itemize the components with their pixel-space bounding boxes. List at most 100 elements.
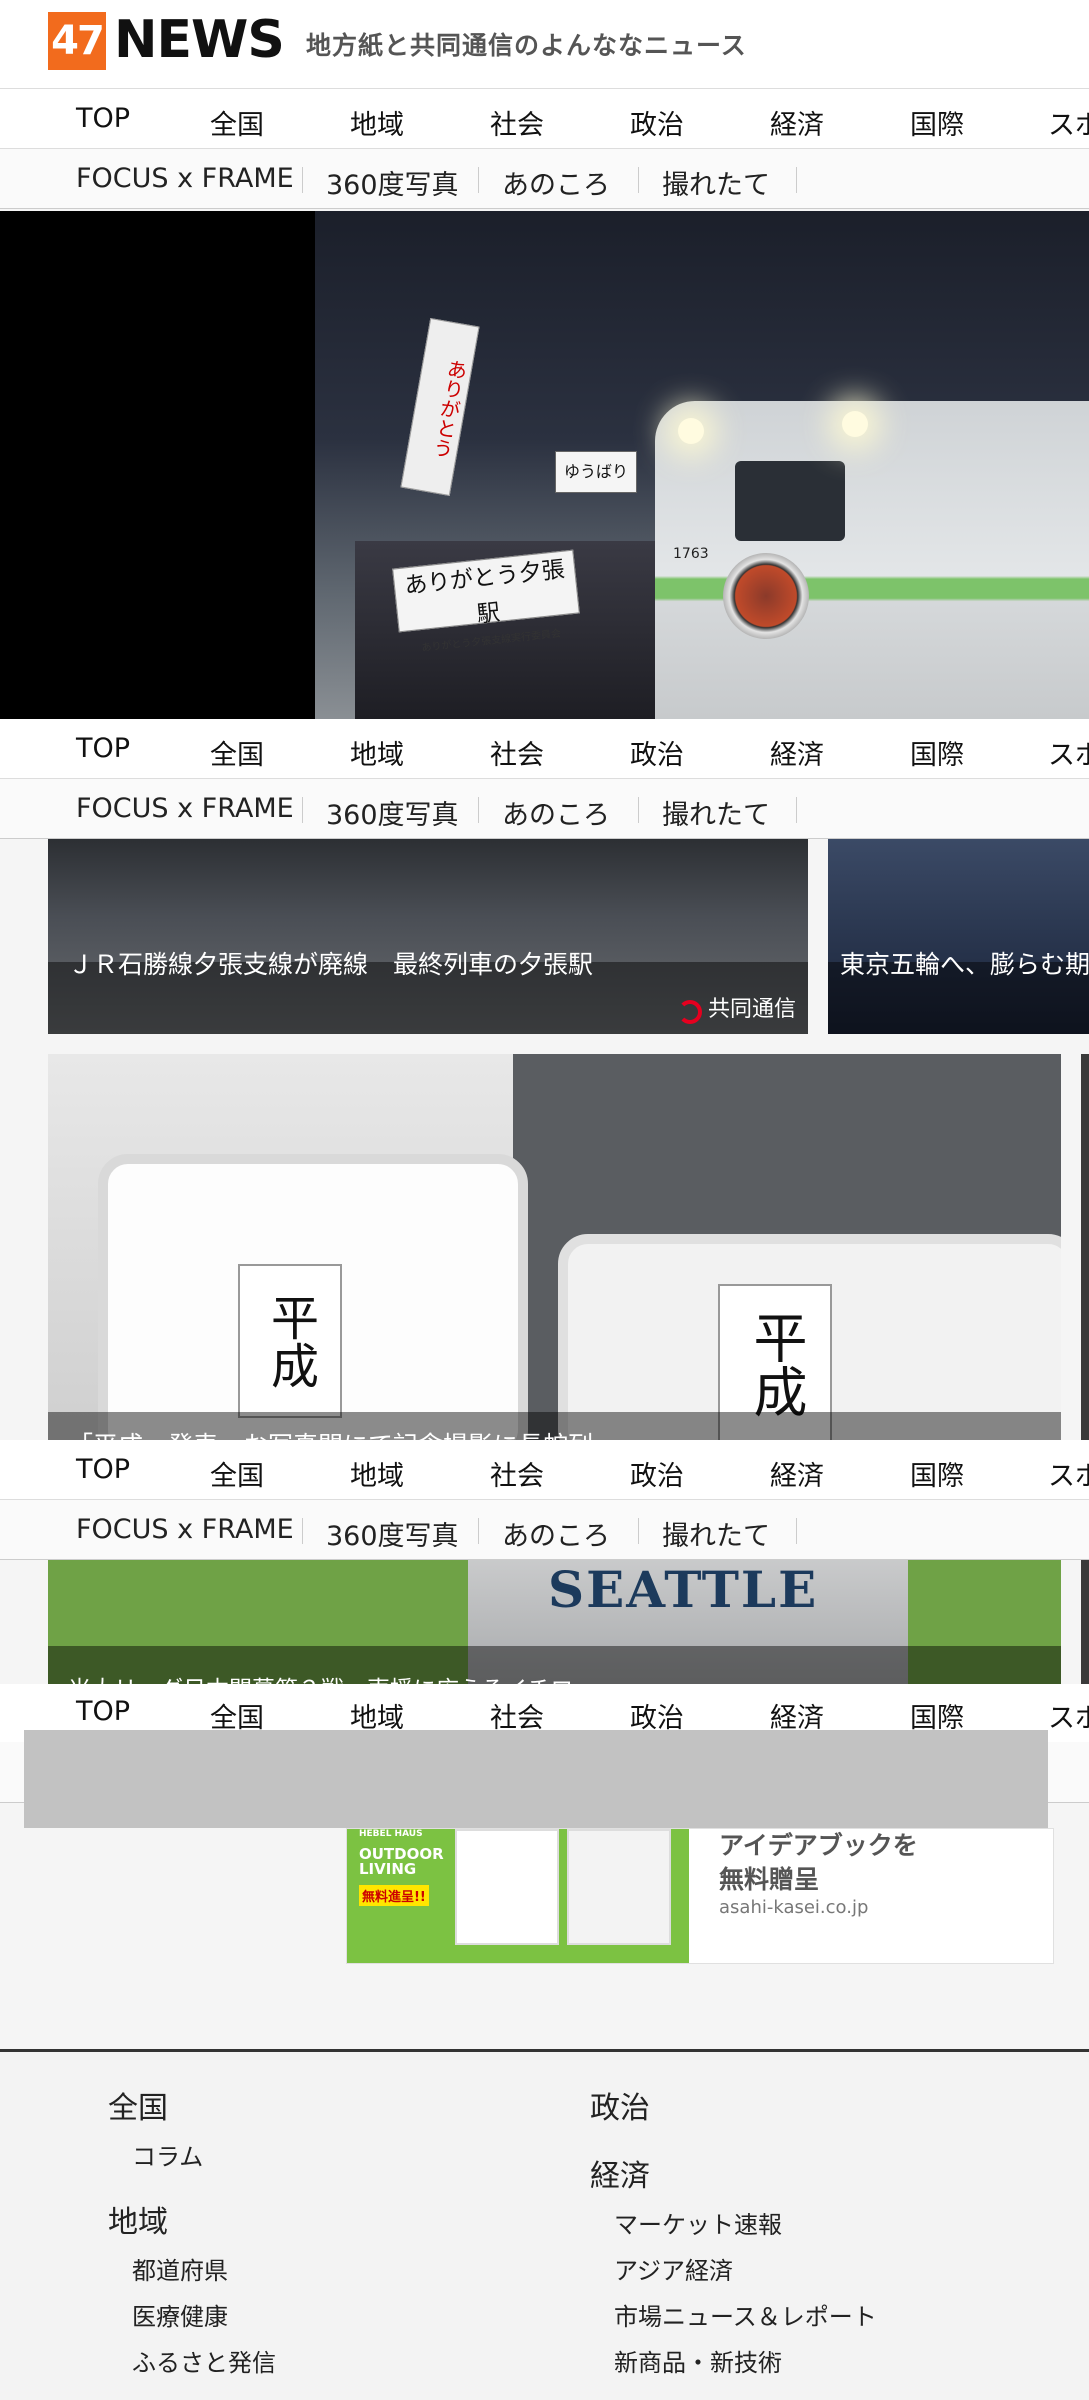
ad-image: HEBEL HAUS OUTDOOR LIVING 無料進呈!!: [347, 1829, 689, 1963]
ad-img-brand: HEBEL HAUS: [359, 1829, 423, 1839]
next-card-edge[interactable]: [1081, 1054, 1089, 1440]
footer-link-furusato[interactable]: ふるさと発信: [132, 2343, 276, 2378]
nav-item-politics[interactable]: 政治: [630, 1454, 684, 1493]
footer-link-market[interactable]: マーケット速報: [614, 2205, 782, 2240]
site-tagline: 地方紙と共同通信のよんななニュース: [306, 31, 747, 60]
nav-item-society[interactable]: 社会: [490, 103, 544, 142]
nav-item-national[interactable]: 全国: [210, 103, 264, 142]
nav-item-top[interactable]: TOP: [76, 733, 130, 764]
nav-item-regional[interactable]: 地域: [350, 1454, 404, 1493]
subnav-divider: [638, 797, 639, 823]
ad-img-badge: 無料進呈!!: [359, 1885, 429, 1906]
footer-heading-politics[interactable]: 政治: [590, 2083, 650, 2127]
subnav-divider: [302, 797, 303, 823]
subnav-360-photo[interactable]: 360度写真: [326, 793, 459, 832]
headmark: [723, 553, 809, 639]
sub-nav: FOCUS x FRAME 360度写真 あのころ 撮れたて: [0, 149, 1089, 209]
sub-nav-sticky: FOCUS x FRAME 360度写真 あのころ 撮れたて: [0, 1500, 1089, 1560]
heisei-card-left: 平成: [238, 1264, 342, 1418]
nav-item-international[interactable]: 国際: [910, 733, 964, 772]
footer-heading-national[interactable]: 全国: [108, 2083, 168, 2127]
article-card[interactable]: 平成 平成 「平成」発表」お写真門にて記念撮影に長蛇列: [48, 1054, 1061, 1440]
main-nav: TOP 全国 地域 社会 政治 経済 国際 スポ: [0, 89, 1089, 149]
footer-heading-economy[interactable]: 経済: [590, 2151, 650, 2195]
subnav-toretate[interactable]: 撮れたて: [662, 793, 770, 832]
subnav-divider: [302, 1518, 303, 1544]
nav-item-economy[interactable]: 経済: [770, 103, 824, 142]
station-sign: ゆうばり: [555, 451, 637, 493]
ad-title-line2: 無料贈呈: [719, 1865, 820, 1894]
footer-link-asia[interactable]: アジア経済: [614, 2251, 733, 2286]
train-headlight-right: [842, 411, 868, 437]
ad-title-line1: アイデアブックを: [719, 1831, 918, 1860]
nav-item-economy[interactable]: 経済: [770, 1454, 824, 1493]
subnav-focus-frame[interactable]: FOCUS x FRAME: [76, 1514, 294, 1545]
ad-domain: asahi-kasei.co.jp: [719, 1897, 869, 1918]
footer-heading-regional[interactable]: 地域: [108, 2197, 168, 2241]
footer-link-column[interactable]: コラム: [132, 2137, 203, 2172]
hero-photo-image: ありがとう ゆうばり ありがとう夕張駅 ありがとう夕張支線実行委員会 1763: [315, 211, 1089, 719]
subnav-focus-frame[interactable]: FOCUS x FRAME: [76, 793, 294, 824]
train-number: 1763: [673, 546, 709, 562]
subnav-divider: [796, 167, 797, 193]
footer-link-new-products[interactable]: 新商品・新技術: [614, 2343, 782, 2378]
footer-link-prefectures[interactable]: 都道府県: [132, 2251, 228, 2286]
nav-item-sports[interactable]: スポ: [1048, 1454, 1089, 1493]
nav-item-top[interactable]: TOP: [76, 103, 130, 134]
main-nav-sticky: TOP 全国 地域 社会 政治 経済 国際 スポ: [0, 719, 1089, 779]
kyodo-logo-icon: [677, 999, 702, 1024]
nav-item-top[interactable]: TOP: [76, 1696, 130, 1727]
jersey-text: SEATTLE: [548, 1560, 819, 1619]
source-label: 共同通信: [707, 997, 796, 1022]
nav-item-sports[interactable]: スポ: [1048, 733, 1089, 772]
subnav-anokoro[interactable]: あのころ: [502, 793, 610, 832]
ad-img-title: OUTDOOR LIVING: [359, 1845, 444, 1878]
nav-item-top[interactable]: TOP: [76, 1454, 130, 1485]
next-card-edge[interactable]: [1081, 1560, 1089, 1684]
subnav-anokoro[interactable]: あのころ: [502, 1514, 610, 1553]
footer: 全国 コラム 地域 都道府県 医療健康 ふるさと発信 政治 経済 マーケット速報…: [0, 2049, 1089, 2400]
article-card[interactable]: SEATTLE 米大リーグ日本開幕第２戦 声援に応えるイチロー: [48, 1560, 1061, 1684]
nav-item-international[interactable]: 国際: [910, 103, 964, 142]
article-card[interactable]: 東京五輪へ、膨らむ期待: [828, 839, 1089, 1034]
ad-card[interactable]: HEBEL HAUS OUTDOOR LIVING 無料進呈!! アイデアブック…: [346, 1828, 1054, 1964]
nav-item-national[interactable]: 全国: [210, 1454, 264, 1493]
subnav-toretate[interactable]: 撮れたて: [662, 1514, 770, 1553]
nav-item-society[interactable]: 社会: [490, 1454, 544, 1493]
nav-item-regional[interactable]: 地域: [350, 733, 404, 772]
subnav-divider: [638, 1518, 639, 1544]
article-caption: 「平成」発表」お写真門にて記念撮影に長蛇列: [68, 1426, 593, 1440]
flag: ありがとう: [400, 317, 480, 497]
subnav-toretate[interactable]: 撮れたて: [662, 163, 770, 202]
nav-item-regional[interactable]: 地域: [350, 103, 404, 142]
logo-news[interactable]: NEWS: [114, 8, 285, 72]
train-headlight-left: [678, 418, 704, 444]
footer-link-market-news[interactable]: 市場ニュース＆レポート: [614, 2297, 877, 2332]
nav-item-national[interactable]: 全国: [210, 733, 264, 772]
nav-item-international[interactable]: 国際: [910, 1454, 964, 1493]
subnav-360-photo[interactable]: 360度写真: [326, 1514, 459, 1553]
article-caption: ＪＲ石勝線夕張支線が廃線 最終列車の夕張駅: [68, 950, 594, 979]
train: [655, 401, 1089, 719]
site-header: 47 NEWS 地方紙と共同通信のよんななニュース: [0, 0, 1089, 89]
sub-nav-sticky: FOCUS x FRAME 360度写真 あのころ 撮れたて: [0, 779, 1089, 839]
subnav-anokoro[interactable]: あのころ: [502, 163, 610, 202]
ad-title: アイデアブックを 無料贈呈: [719, 1829, 918, 1897]
nav-item-politics[interactable]: 政治: [630, 733, 684, 772]
article-card[interactable]: ＪＲ石勝線夕張支線が廃線 最終列車の夕張駅 共同通信: [48, 839, 808, 1034]
nav-item-economy[interactable]: 経済: [770, 733, 824, 772]
ad-placeholder: [24, 1730, 1048, 1828]
article-caption: 米大リーグ日本開幕第２戦 声援に応えるイチロー: [68, 1670, 596, 1684]
nav-item-politics[interactable]: 政治: [630, 103, 684, 142]
footer-link-health[interactable]: 医療健康: [132, 2297, 228, 2332]
subnav-divider: [796, 1518, 797, 1544]
ad-book-2: [567, 1829, 671, 1945]
subnav-360-photo[interactable]: 360度写真: [326, 163, 459, 202]
nav-item-sports[interactable]: スポ: [1048, 1696, 1089, 1735]
nav-item-society[interactable]: 社会: [490, 733, 544, 772]
subnav-focus-frame[interactable]: FOCUS x FRAME: [76, 163, 294, 194]
nav-item-sports[interactable]: スポ: [1048, 103, 1089, 142]
hero-photo[interactable]: ありがとう ゆうばり ありがとう夕張駅 ありがとう夕張支線実行委員会 1763: [0, 211, 1089, 719]
subnav-divider: [796, 797, 797, 823]
logo-47[interactable]: 47: [48, 12, 106, 70]
